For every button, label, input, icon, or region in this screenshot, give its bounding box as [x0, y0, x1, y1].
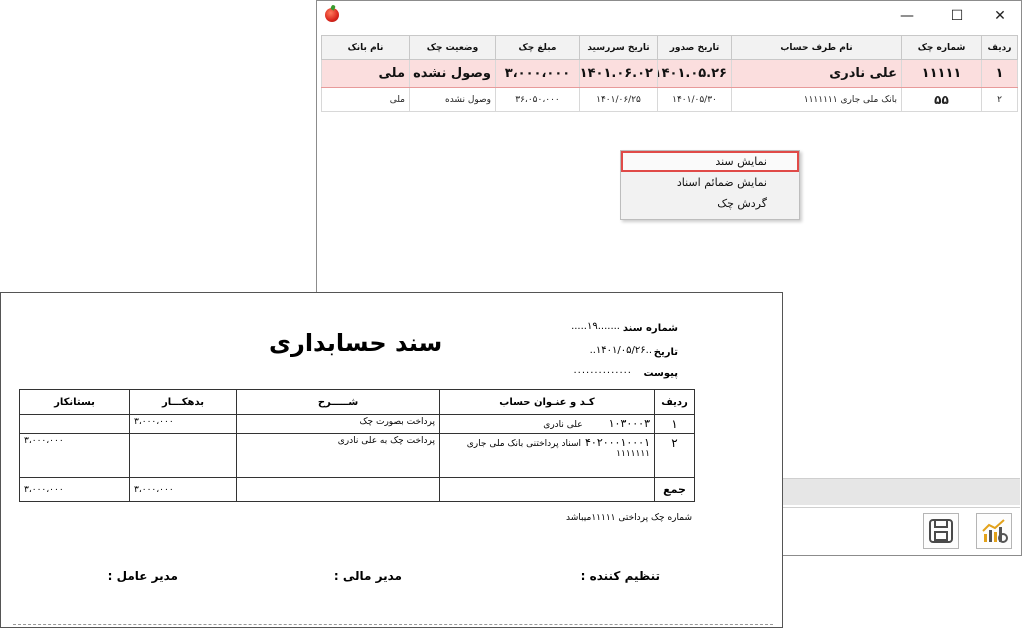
doc-cell-account: ۴۰۲۰۰۰۱۰۰۰۱اسناد پرداختنی بانک ملی جاری … — [439, 433, 655, 478]
doc-number-label: شماره سند — [622, 323, 678, 334]
status-bar — [780, 478, 1020, 505]
cell-row: ۲ — [981, 87, 1018, 112]
doc-total-debit: ۳،۰۰۰،۰۰۰ — [129, 477, 237, 502]
doc-total-label: جمع — [654, 477, 695, 502]
doc-cell-debit — [129, 433, 237, 478]
total-row: جمع ۳،۰۰۰،۰۰۰ ۳،۰۰۰،۰۰۰ — [19, 477, 695, 502]
attachment-label: پیوست — [643, 368, 678, 379]
doc-col-description: شـــــرح — [236, 389, 440, 415]
col-header-due-date[interactable]: تاریخ سررسید — [579, 35, 658, 60]
divider — [13, 624, 773, 625]
document-note: شماره چک پرداختی ۱۱۱۱۱میباشد — [566, 513, 692, 523]
col-header-issue-date[interactable]: تاریخ صدور — [657, 35, 732, 60]
doc-number: .......۱۹..... — [571, 321, 620, 332]
col-header-party[interactable]: نام طرف حساب — [731, 35, 902, 60]
report-chart-button[interactable] — [976, 513, 1012, 549]
cell-amount: ۳۶،۰۵۰،۰۰۰ — [495, 87, 580, 112]
chart-report-icon — [977, 514, 1011, 548]
app-logo-icon — [325, 8, 339, 22]
col-header-amount[interactable]: مبلغ چک — [495, 35, 580, 60]
doc-cell-credit — [19, 414, 130, 434]
doc-cell-description: پرداخت بصورت چک — [236, 414, 440, 434]
doc-cell-empty — [439, 477, 655, 502]
close-button[interactable]: ✕ — [977, 1, 1023, 31]
doc-cell-account: ۱۰۳۰۰۰۳علی نادری — [439, 414, 655, 434]
menu-item-check-history[interactable]: گردش چک — [621, 193, 799, 214]
cell-due-date: ۱۴۰۱.۰۶.۰۲ — [579, 59, 658, 88]
minimize-button[interactable]: — — [884, 1, 930, 31]
cell-issue-date: ۱۴۰۱/۰۵/۳۰ — [657, 87, 732, 112]
doc-col-account: کـد و عنـوان حساب — [439, 389, 655, 415]
doc-col-row: ردیف — [654, 389, 695, 415]
signature-finance-manager: مدیر مالی : — [333, 569, 402, 583]
window-titlebar: — ☐ ✕ — [317, 1, 1021, 31]
doc-table-header: ردیف کـد و عنـوان حساب شـــــرح بدهکـــا… — [19, 389, 695, 415]
save-icon — [924, 514, 958, 548]
col-header-bank[interactable]: نام بانک — [321, 35, 410, 60]
doc-date: ..۱۴۰۱/۰۵/۲۶.. — [589, 345, 652, 356]
document-title: سند حسابداری — [269, 329, 443, 357]
accounting-document: سند حسابداری شماره سند .......۱۹..... تا… — [0, 292, 783, 628]
maximize-button[interactable]: ☐ — [934, 1, 980, 31]
doc-cell-debit: ۳،۰۰۰،۰۰۰ — [129, 414, 237, 434]
date-label: تاریخ — [653, 347, 678, 358]
context-menu: نمایش سند نمایش ضمائم اسناد گردش چک — [620, 150, 800, 220]
col-header-row[interactable]: ردیف — [981, 35, 1018, 60]
save-button[interactable] — [923, 513, 959, 549]
cell-bank: ملی — [321, 59, 410, 88]
cell-issue-date: ۱۴۰۱.۰۵.۲۶ — [657, 59, 732, 88]
table-row[interactable]: ۲ ۵۵ بانک ملی جاری ۱۱۱۱۱۱۱ ۱۴۰۱/۰۵/۳۰ ۱۴… — [321, 87, 1018, 112]
doc-total-credit: ۳،۰۰۰،۰۰۰ — [19, 477, 130, 502]
cell-bank: ملی — [321, 87, 410, 112]
doc-col-credit: بستانکار — [19, 389, 130, 415]
document-table: ردیف کـد و عنـوان حساب شـــــرح بدهکـــا… — [19, 389, 695, 502]
cell-status: وصول نشده — [409, 59, 496, 88]
cell-due-date: ۱۴۰۱/۰۶/۲۵ — [579, 87, 658, 112]
col-header-status[interactable]: وضعیت چک — [409, 35, 496, 60]
cell-party: بانک ملی جاری ۱۱۱۱۱۱۱ — [731, 87, 902, 112]
col-header-check-number[interactable]: شماره چک — [901, 35, 982, 60]
table-row: ۱ ۱۰۳۰۰۰۳علی نادری پرداخت بصورت چک ۳،۰۰۰… — [19, 414, 695, 434]
divider — [780, 507, 1020, 508]
menu-item-show-attachments[interactable]: نمایش ضمائم اسناد — [621, 172, 799, 193]
grid-header-row: ردیف شماره چک نام طرف حساب تاریخ صدور تا… — [321, 35, 1018, 60]
table-row[interactable]: ۱ ۱۱۱۱۱ علی نادری ۱۴۰۱.۰۵.۲۶ ۱۴۰۱.۰۶.۰۲ … — [321, 59, 1018, 88]
signature-ceo: مدیر عامل : — [107, 569, 178, 583]
attachment-value: .............. — [573, 365, 632, 376]
doc-cell-empty — [236, 477, 440, 502]
doc-col-debit: بدهکـــار — [129, 389, 237, 415]
signature-preparer: تنظیم کننده : — [580, 569, 660, 583]
cell-party: علی نادری — [731, 59, 902, 88]
cell-check-number: ۱۱۱۱۱ — [901, 59, 982, 88]
doc-cell-credit: ۳،۰۰۰،۰۰۰ — [19, 433, 130, 478]
menu-item-show-document[interactable]: نمایش سند — [621, 151, 799, 172]
checks-grid: ردیف شماره چک نام طرف حساب تاریخ صدور تا… — [321, 35, 1018, 112]
cell-status: وصول نشده — [409, 87, 496, 112]
doc-cell-row: ۱ — [654, 414, 695, 434]
doc-cell-description: پرداخت چک به علی نادری — [236, 433, 440, 478]
cell-check-number: ۵۵ — [901, 87, 982, 112]
cell-row: ۱ — [981, 59, 1018, 88]
doc-cell-row: ۲ — [654, 433, 695, 478]
cell-amount: ۳،۰۰۰،۰۰۰ — [495, 59, 580, 88]
table-row: ۲ ۴۰۲۰۰۰۱۰۰۰۱اسناد پرداختنی بانک ملی جار… — [19, 433, 695, 478]
